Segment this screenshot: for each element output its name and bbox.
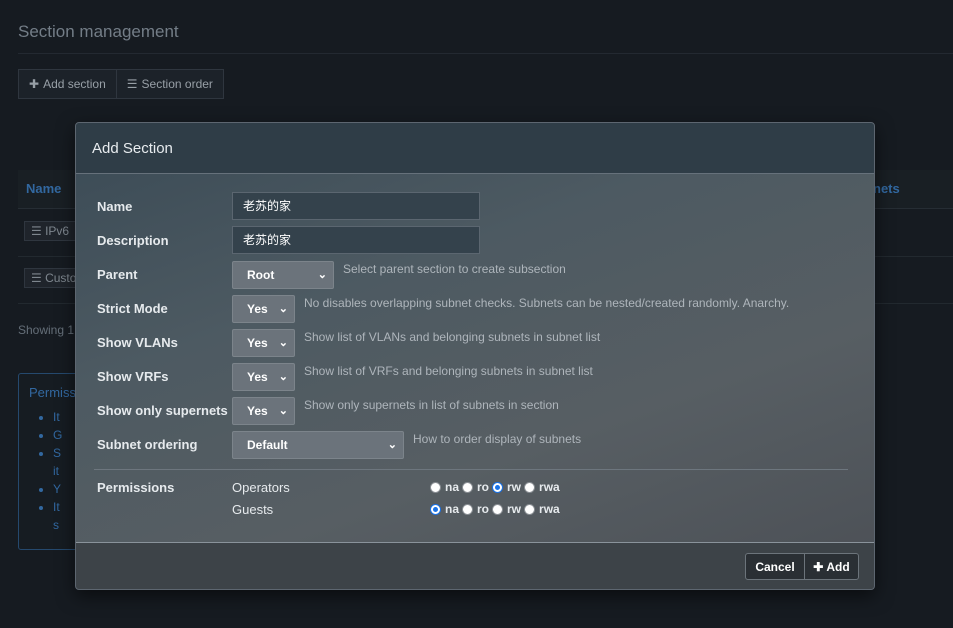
operators-radio-rw[interactable]	[492, 481, 504, 493]
cancel-button[interactable]: Cancel	[745, 553, 805, 580]
modal-body: Name 老苏的家 Description 老苏的家 Parent Root ⌄…	[76, 174, 874, 541]
strict-mode-select[interactable]: Yes ⌄	[232, 295, 295, 323]
subnet-ordering-select[interactable]: Default ⌄	[232, 431, 404, 459]
description-input[interactable]: 老苏的家	[232, 226, 480, 254]
permissions-label: Permissions	[97, 480, 175, 495]
modal-footer: Cancel ✚ Add	[76, 542, 874, 589]
guests-radio-rw[interactable]	[492, 503, 504, 515]
radio-label: rwa	[539, 480, 560, 494]
guests-radio-rwa[interactable]	[524, 503, 536, 515]
add-button-label: Add	[826, 559, 850, 574]
parent-select-value: Root	[247, 268, 275, 282]
radio-label: na	[445, 480, 460, 494]
chevron-down-icon: ⌄	[387, 439, 397, 451]
modal-header: Add Section	[76, 123, 874, 174]
parent-label: Parent	[97, 267, 138, 282]
add-section-modal: Add Section Name 老苏的家 Description 老苏的家 P…	[75, 122, 875, 590]
strict-mode-label: Strict Mode	[97, 301, 168, 316]
show-vrfs-select[interactable]: Yes ⌄	[232, 363, 295, 391]
operators-radio-ro[interactable]	[462, 481, 474, 493]
radio-label: ro	[477, 502, 490, 516]
show-vrfs-label: Show VRFs	[97, 369, 169, 384]
strict-mode-help: No disables overlapping subnet checks. S…	[304, 296, 790, 310]
strict-mode-select-value: Yes	[247, 302, 268, 316]
chevron-down-icon: ⌄	[278, 371, 288, 383]
radio-label: rwa	[539, 502, 560, 516]
chevron-down-icon: ⌄	[278, 337, 288, 349]
show-supernets-label: Show only supernets	[97, 403, 228, 418]
plus-icon: ✚	[813, 559, 824, 574]
add-button[interactable]: ✚ Add	[804, 553, 859, 580]
chevron-down-icon: ⌄	[278, 303, 288, 315]
show-supernets-help: Show only supernets in list of subnets i…	[304, 398, 559, 412]
show-vlans-help: Show list of VLANs and belonging subnets…	[304, 330, 601, 344]
parent-select[interactable]: Root ⌄	[232, 261, 334, 289]
form-divider	[94, 469, 848, 470]
chevron-down-icon: ⌄	[317, 269, 327, 281]
operators-radio-na[interactable]	[430, 481, 441, 493]
modal-title: Add Section	[92, 139, 173, 157]
show-vlans-select-value: Yes	[247, 336, 268, 350]
operators-radio-rwa[interactable]	[524, 481, 536, 493]
show-vrfs-select-value: Yes	[247, 370, 268, 384]
subnet-ordering-help: How to order display of subnets	[413, 432, 582, 446]
operators-permission-radios: na ro rw rwa	[430, 480, 563, 494]
show-vlans-label: Show VLANs	[97, 335, 178, 350]
show-supernets-select-value: Yes	[247, 404, 268, 418]
guests-permission-radios: na ro rw rwa	[430, 502, 563, 516]
show-supernets-select[interactable]: Yes ⌄	[232, 397, 295, 425]
operators-label: Operators	[232, 480, 290, 495]
radio-label: ro	[477, 480, 490, 494]
show-vrfs-help: Show list of VRFs and belonging subnets …	[304, 364, 593, 378]
name-label: Name	[97, 199, 133, 214]
subnet-ordering-select-value: Default	[247, 438, 288, 452]
description-label: Description	[97, 233, 169, 248]
name-input[interactable]: 老苏的家	[232, 192, 480, 220]
guests-radio-ro[interactable]	[462, 503, 474, 515]
radio-label: na	[445, 502, 460, 516]
subnet-ordering-label: Subnet ordering	[97, 437, 198, 452]
guests-label: Guests	[232, 502, 274, 517]
radio-label: rw	[507, 502, 522, 516]
radio-label: rw	[507, 480, 522, 494]
show-vlans-select[interactable]: Yes ⌄	[232, 329, 295, 357]
guests-radio-na[interactable]	[430, 503, 441, 515]
parent-help: Select parent section to create subsecti…	[343, 262, 566, 276]
chevron-down-icon: ⌄	[278, 405, 288, 417]
